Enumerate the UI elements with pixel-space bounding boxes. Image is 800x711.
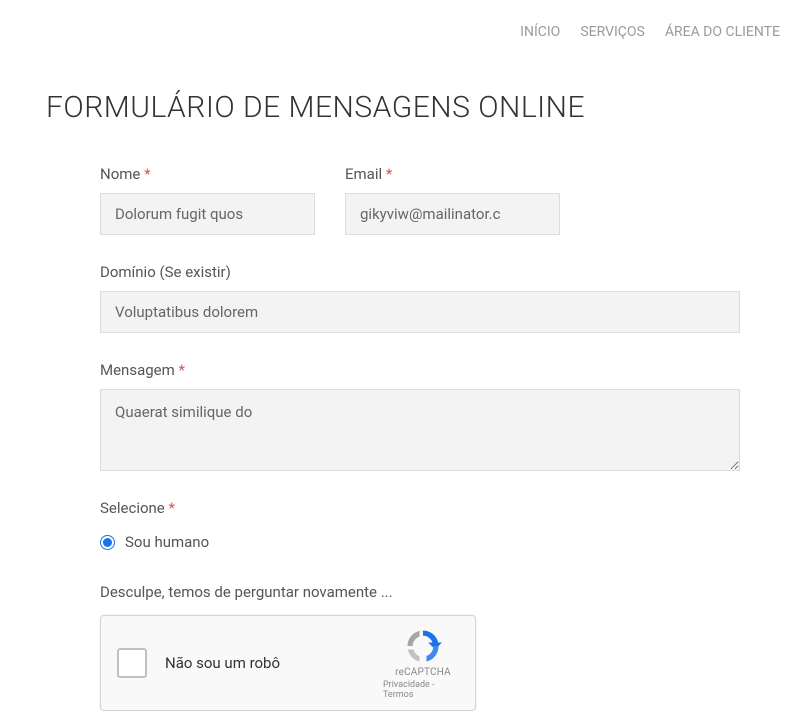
select-label-text: Selecione (100, 499, 165, 517)
recaptcha-brand: reCAPTCHA (395, 667, 451, 678)
email-label: Email * (345, 165, 560, 183)
recaptcha-text: Não sou um robô (165, 654, 383, 672)
recaptcha-intro: Desculpe, temos de perguntar novamente .… (100, 583, 740, 601)
email-input[interactable] (345, 193, 560, 235)
required-asterisk: * (169, 499, 175, 517)
domain-input[interactable] (100, 291, 740, 333)
nav-services[interactable]: SERVIÇOS (580, 24, 645, 40)
email-label-text: Email (345, 165, 382, 183)
recaptcha-links[interactable]: Privacidade - Termos (383, 680, 463, 700)
name-label-text: Nome (100, 165, 140, 183)
message-form: Nome * Email * Domínio (Se existir) Mens… (0, 165, 800, 711)
nav-home[interactable]: INÍCIO (520, 24, 560, 40)
form-group-select: Selecione * Sou humano (100, 499, 740, 551)
recaptcha-box: Não sou um robô reCAPTCHA Privacidade - … (100, 615, 476, 711)
required-asterisk: * (386, 165, 392, 183)
form-group-message: Mensagem * Quaerat similique do (100, 361, 740, 471)
form-group-name: Nome * (100, 165, 315, 235)
top-nav: INÍCIO SERVIÇOS ÁREA DO CLIENTE (0, 0, 800, 40)
message-label: Mensagem * (100, 361, 740, 379)
name-label: Nome * (100, 165, 315, 183)
domain-label: Domínio (Se existir) (100, 263, 740, 281)
radio-human-label: Sou humano (125, 533, 209, 551)
form-group-email: Email * (345, 165, 560, 235)
message-textarea[interactable]: Quaerat similique do (100, 389, 740, 471)
radio-row-human: Sou humano (100, 533, 740, 551)
recaptcha-checkbox[interactable] (117, 648, 147, 678)
name-input[interactable] (100, 193, 315, 235)
form-group-recaptcha: Desculpe, temos de perguntar novamente .… (100, 583, 740, 711)
required-asterisk: * (179, 361, 185, 379)
recaptcha-icon (404, 627, 442, 665)
required-asterisk: * (144, 165, 150, 183)
radio-human[interactable] (100, 535, 115, 550)
message-label-text: Mensagem (100, 361, 175, 379)
nav-client-area[interactable]: ÁREA DO CLIENTE (665, 24, 780, 40)
recaptcha-branding: reCAPTCHA Privacidade - Termos (383, 627, 463, 700)
form-group-domain: Domínio (Se existir) (100, 263, 740, 333)
page-title: FORMULÁRIO DE MENSAGENS ONLINE (46, 90, 800, 125)
select-label: Selecione * (100, 499, 740, 517)
